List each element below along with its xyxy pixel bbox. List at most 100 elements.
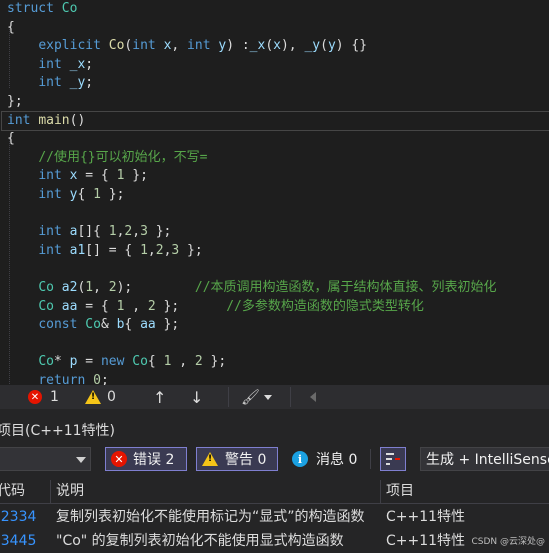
code-token: , bbox=[132, 224, 141, 240]
code-token: int bbox=[38, 168, 62, 184]
scope-dropdown[interactable] bbox=[0, 447, 91, 471]
code-line[interactable]: }; bbox=[7, 93, 23, 111]
code-token: //使用{}可以初始化，不写= bbox=[38, 149, 208, 165]
code-token: Co bbox=[85, 317, 101, 333]
error-project: C++11特性 bbox=[386, 509, 466, 525]
code-line[interactable]: Co* p = new Co{ 1 , 2 }; bbox=[7, 353, 226, 371]
column-header-project[interactable]: 项目 bbox=[386, 480, 414, 503]
code-line[interactable]: const Co& b{ aa }; bbox=[7, 316, 179, 334]
code-token: main bbox=[38, 112, 70, 128]
code-token: ; bbox=[85, 56, 94, 72]
code-line[interactable]: int main() bbox=[1, 110, 549, 131]
code-token: { bbox=[7, 131, 15, 147]
code-token: aa bbox=[61, 298, 78, 314]
code-token: = bbox=[77, 354, 101, 370]
error-icon: ✕ bbox=[111, 451, 127, 467]
code-token: _y bbox=[304, 38, 321, 54]
code-line[interactable]: explicit Co(int x, int y) :_x(x), _y(y) … bbox=[7, 37, 367, 55]
code-line[interactable]: int a[]{ 1,2,3 }; bbox=[7, 223, 171, 241]
code-token: 0 bbox=[93, 373, 101, 385]
column-header-code[interactable]: 代码 bbox=[0, 480, 25, 503]
brush-icon[interactable]: 🖌 bbox=[241, 388, 260, 406]
error-code[interactable]: C3445 bbox=[0, 529, 47, 553]
arrow-down-icon[interactable]: ↓ bbox=[190, 388, 203, 407]
warning-count-indicator[interactable]: 0 bbox=[85, 385, 116, 409]
code-line[interactable]: return 0; bbox=[7, 372, 109, 385]
code-token: ) {} bbox=[335, 38, 368, 54]
code-token: ; bbox=[100, 373, 109, 385]
code-token: _x bbox=[69, 56, 86, 72]
code-line[interactable]: int _x; bbox=[7, 56, 93, 74]
code-token: = { bbox=[77, 298, 117, 314]
column-header-description[interactable]: 说明 bbox=[56, 480, 84, 503]
code-line[interactable]: int _y; bbox=[7, 74, 93, 92]
table-row[interactable]: C2334 复制列表初始化不能使用标记为“显式”的构造函数 C++11特性 bbox=[0, 505, 549, 529]
code-line[interactable]: //使用{}可以初始化，不写= bbox=[7, 149, 207, 167]
table-row[interactable]: C3445 "Co" 的复制列表初始化不能使用显式构造函数 C++11特性 bbox=[0, 529, 549, 553]
errors-filter-label: 错误 2 bbox=[133, 452, 175, 468]
code-line[interactable]: struct Co bbox=[7, 0, 77, 18]
errors-filter-button[interactable]: ✕ 错误 2 bbox=[105, 447, 187, 471]
code-token: aa bbox=[140, 317, 156, 333]
code-token: 2 bbox=[147, 298, 156, 314]
messages-filter-button[interactable]: i 消息 0 bbox=[292, 447, 357, 471]
code-token: Co bbox=[61, 1, 78, 16]
code-token: _y bbox=[69, 75, 86, 91]
code-line[interactable]: int a1[] = { 1,2,3 }; bbox=[7, 242, 203, 260]
code-line[interactable]: { bbox=[7, 19, 15, 37]
project-scope-label: 项目(C++11特性) bbox=[0, 423, 115, 439]
arrow-up-icon[interactable]: ↑ bbox=[153, 388, 166, 407]
column-divider[interactable] bbox=[50, 480, 51, 503]
code-token: * bbox=[53, 354, 70, 370]
filter-icon bbox=[386, 453, 400, 465]
code-token: struct bbox=[7, 1, 54, 16]
warnings-filter-button[interactable]: 警告 0 bbox=[196, 447, 278, 471]
code-line[interactable]: Co a2(1, 2); //本质调用构造函数，属于结构体直接、列表初始化 bbox=[7, 279, 496, 297]
code-token: Co bbox=[108, 38, 125, 54]
code-token: a1 bbox=[69, 242, 86, 258]
code-token: _x bbox=[249, 38, 266, 54]
code-line[interactable]: int x = { 1 }; bbox=[7, 167, 148, 185]
warning-icon bbox=[85, 390, 101, 404]
code-token: { bbox=[77, 187, 94, 202]
messages-filter-label: 消息 0 bbox=[316, 452, 358, 468]
code-token: }; bbox=[124, 168, 148, 184]
code-line[interactable]: { bbox=[7, 130, 15, 148]
code-line[interactable]: int y{ 1 }; bbox=[7, 186, 124, 204]
code-editor[interactable]: struct Co{ explicit Co(int x, int y) :_x… bbox=[0, 0, 549, 385]
filter-toggle-button[interactable] bbox=[380, 447, 406, 471]
column-divider[interactable] bbox=[380, 480, 381, 503]
error-code[interactable]: C2334 bbox=[0, 505, 47, 529]
code-token: ( bbox=[265, 38, 274, 54]
code-token: return bbox=[38, 373, 86, 385]
code-token: ; bbox=[85, 75, 94, 91]
code-token: explicit bbox=[38, 38, 101, 54]
code-token: int bbox=[38, 56, 62, 72]
code-token: int bbox=[7, 112, 31, 128]
code-token: }; bbox=[179, 242, 203, 258]
code-token: y bbox=[327, 38, 336, 54]
code-line[interactable]: Co aa = { 1 , 2 }; //多参数构造函数的隐式类型转化 bbox=[7, 298, 424, 316]
scroll-left-icon[interactable] bbox=[310, 392, 316, 402]
code-token: }; bbox=[202, 354, 227, 370]
code-token: = { bbox=[77, 168, 117, 184]
build-intellisense-dropdown[interactable]: 生成 + IntelliSense bbox=[420, 447, 549, 471]
warning-icon bbox=[202, 452, 218, 466]
error-count-indicator[interactable]: ✕ 1 bbox=[28, 385, 59, 409]
chevron-down-icon[interactable] bbox=[264, 395, 272, 400]
code-token: , bbox=[171, 38, 188, 54]
code-token: 3 bbox=[140, 224, 148, 240]
